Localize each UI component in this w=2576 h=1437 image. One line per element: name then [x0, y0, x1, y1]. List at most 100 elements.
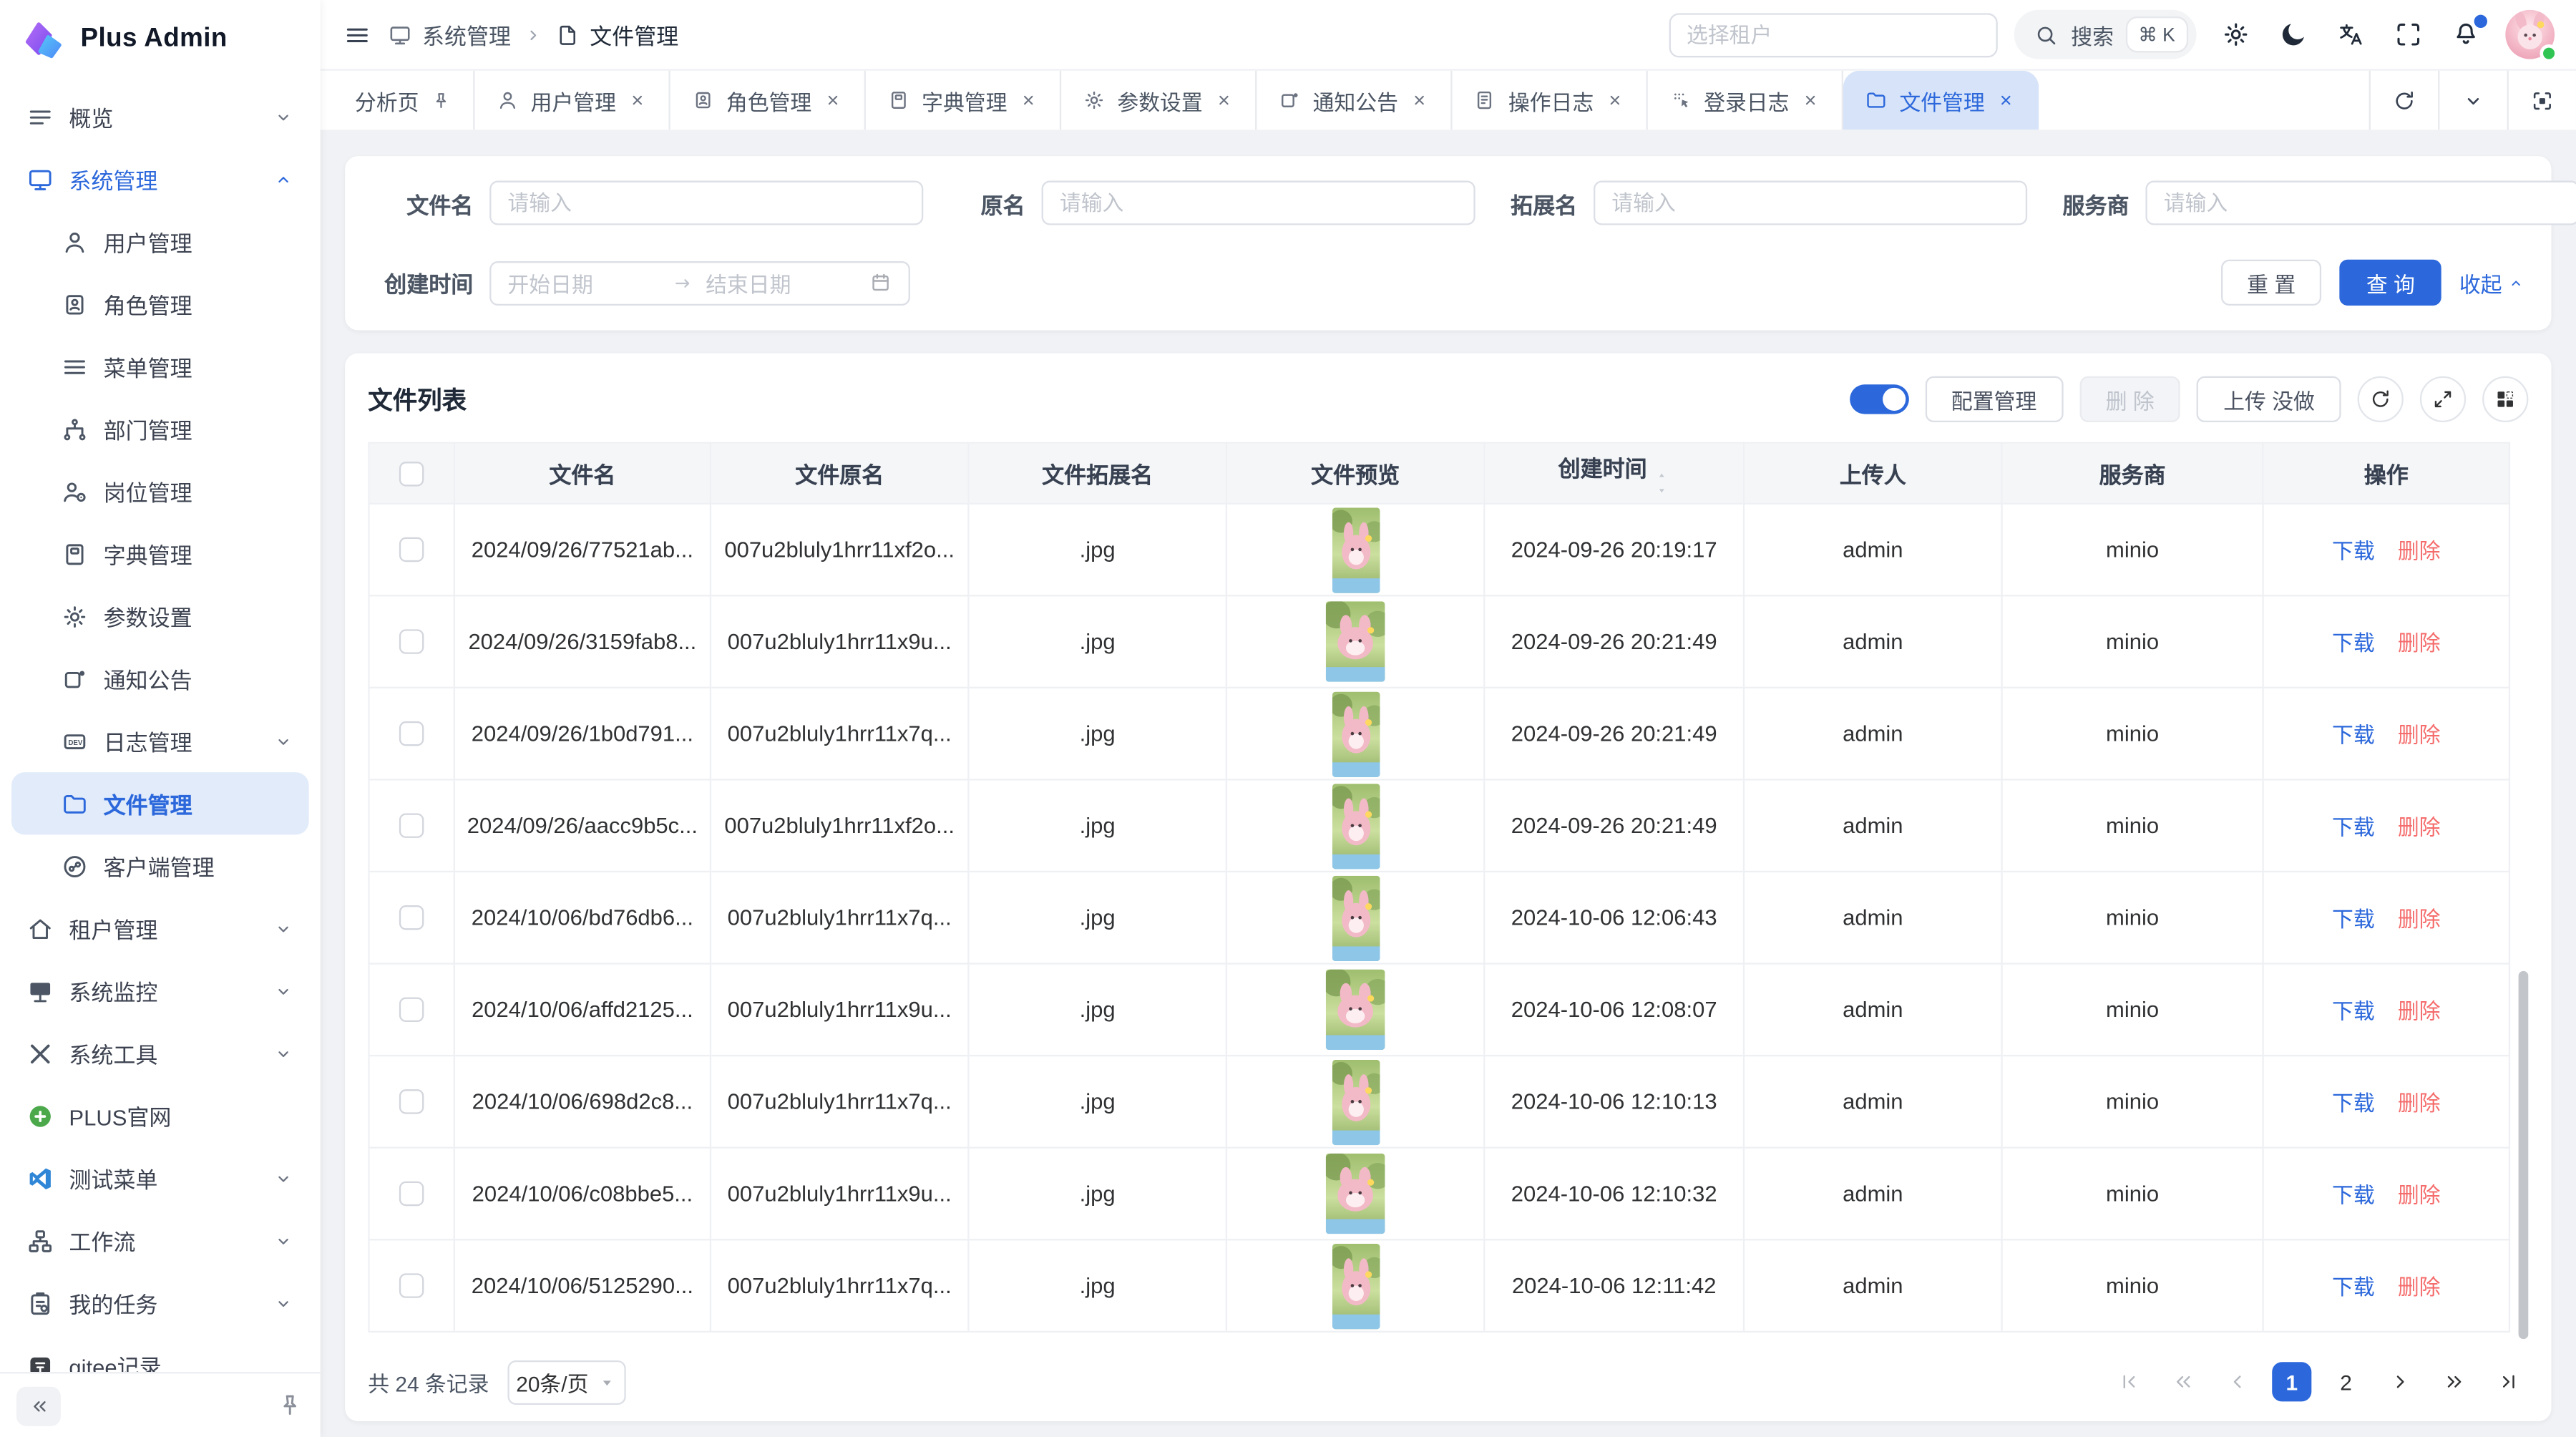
tab-role-management[interactable]: 角色管理 [670, 71, 866, 130]
tab-dict-management[interactable]: 字典管理 [866, 71, 1061, 130]
file-preview-thumbnail[interactable] [1332, 783, 1380, 868]
close-icon[interactable] [1605, 90, 1625, 110]
file-preview-thumbnail[interactable] [1332, 1243, 1380, 1328]
tab-notice[interactable]: 通知公告 [1257, 71, 1453, 130]
last-page-button[interactable] [2489, 1362, 2528, 1401]
file-preview-thumbnail[interactable] [1326, 1154, 1385, 1234]
breadcrumb-item[interactable]: 系统管理 [388, 18, 511, 51]
next-page-button[interactable] [2381, 1362, 2420, 1401]
query-button[interactable]: 查 询 [2340, 260, 2441, 306]
row-checkbox[interactable] [399, 998, 424, 1023]
page-number-2[interactable]: 2 [2326, 1362, 2366, 1401]
delete-link[interactable]: 删除 [2398, 1270, 2441, 1302]
jump-next-button[interactable] [2435, 1362, 2474, 1401]
sidebar-item-tenant-management[interactable]: 租户管理 [11, 897, 309, 960]
row-checkbox[interactable] [399, 630, 424, 654]
download-link[interactable]: 下载 [2332, 1178, 2375, 1209]
row-checkbox[interactable] [399, 722, 424, 746]
avatar[interactable] [2505, 10, 2555, 59]
select-all-checkbox[interactable] [399, 462, 424, 486]
jump-prev-button[interactable] [2164, 1362, 2203, 1401]
delete-link[interactable]: 删除 [2398, 718, 2441, 749]
sidebar-item-user-management[interactable]: 用户管理 [11, 210, 309, 273]
delete-link[interactable]: 删除 [2398, 534, 2441, 565]
table-scrollbar[interactable] [2519, 971, 2529, 1339]
tab-refresh-button[interactable] [2369, 71, 2438, 130]
tab-param-settings[interactable]: 参数设置 [1061, 71, 1257, 130]
tab-file-management[interactable]: 文件管理 [1843, 71, 2039, 130]
sort-control[interactable] [1652, 470, 1670, 497]
column-settings-button[interactable] [2482, 376, 2528, 422]
sidebar-item-client-management[interactable]: 客户端管理 [11, 834, 309, 897]
moon-icon[interactable] [2278, 20, 2308, 49]
download-link[interactable]: 下载 [2332, 994, 2375, 1026]
download-link[interactable]: 下载 [2332, 718, 2375, 749]
sidebar-item-plus-website[interactable]: PLUS官网 [11, 1084, 309, 1146]
sidebar-item-file-management[interactable]: 文件管理 [11, 772, 309, 834]
table-fullscreen-button[interactable] [2420, 376, 2466, 422]
row-checkbox[interactable] [399, 906, 424, 930]
sidebar-item-log-management[interactable]: DEV日志管理 [11, 710, 309, 772]
close-icon[interactable] [1410, 90, 1430, 110]
logo[interactable]: Plus Admin [0, 0, 321, 79]
filter-input-vendor[interactable] [2145, 181, 2576, 225]
page-size-select[interactable]: 20条/页 [507, 1360, 625, 1404]
menu-toggle-icon[interactable] [343, 21, 371, 49]
row-checkbox[interactable] [399, 538, 424, 562]
sidebar-item-post-management[interactable]: 岗位管理 [11, 460, 309, 522]
download-link[interactable]: 下载 [2332, 810, 2375, 842]
tenant-select-input[interactable] [1669, 12, 1997, 57]
close-icon[interactable] [823, 90, 843, 110]
sidebar-item-notice[interactable]: 通知公告 [11, 648, 309, 710]
download-link[interactable]: 下载 [2332, 534, 2375, 565]
sidebar-item-system-management[interactable]: 系统管理 [11, 148, 309, 210]
sidebar-item-dept-management[interactable]: 部门管理 [11, 398, 309, 460]
sidebar-pin-icon[interactable] [276, 1392, 304, 1420]
close-icon[interactable] [1214, 90, 1234, 110]
delete-link[interactable]: 删除 [2398, 626, 2441, 658]
file-preview-thumbnail[interactable] [1326, 601, 1385, 681]
config-management-button[interactable]: 配置管理 [1925, 376, 2063, 422]
sidebar-item-system-monitor[interactable]: 系统监控 [11, 960, 309, 1022]
sidebar-item-role-management[interactable]: 角色管理 [11, 273, 309, 335]
page-number-1[interactable]: 1 [2272, 1362, 2311, 1401]
close-icon[interactable] [1019, 90, 1039, 110]
file-preview-thumbnail[interactable] [1326, 970, 1385, 1050]
download-link[interactable]: 下载 [2332, 1270, 2375, 1302]
upload-button[interactable]: 上传 没做 [2197, 376, 2341, 422]
sidebar-item-my-tasks[interactable]: 我的任务 [11, 1272, 309, 1334]
search-toggle[interactable] [1850, 384, 1909, 414]
tab-user-management[interactable]: 用户管理 [475, 71, 670, 130]
download-link[interactable]: 下载 [2332, 1086, 2375, 1118]
reset-button[interactable]: 重 置 [2220, 260, 2321, 306]
translate-icon[interactable] [2336, 20, 2366, 49]
date-range-input[interactable]: 开始日期 结束日期 [489, 260, 910, 305]
filter-input-original-name[interactable] [1042, 181, 1475, 225]
sidebar-item-gitee-log[interactable]: gitee记录 [11, 1334, 309, 1372]
collapse-filters-link[interactable]: 收起 [2459, 267, 2525, 298]
delete-link[interactable]: 删除 [2398, 994, 2441, 1026]
tab-dropdown-button[interactable] [2438, 71, 2507, 130]
row-checkbox[interactable] [399, 1274, 424, 1298]
file-preview-thumbnail[interactable] [1332, 691, 1380, 776]
bell-icon[interactable] [2451, 20, 2480, 49]
fullscreen-icon[interactable] [2394, 20, 2423, 49]
sidebar-item-workflow[interactable]: 工作流 [11, 1209, 309, 1272]
delete-link[interactable]: 删除 [2398, 902, 2441, 933]
sidebar-item-menu-management[interactable]: 菜单管理 [11, 335, 309, 397]
filter-input-extension[interactable] [1594, 181, 2027, 225]
close-icon[interactable] [1996, 90, 2016, 110]
download-link[interactable]: 下载 [2332, 902, 2375, 933]
tab-op-log[interactable]: 操作日志 [1453, 71, 1648, 130]
tab-analysis[interactable]: 分析页 [333, 71, 474, 130]
prev-page-button[interactable] [2218, 1362, 2257, 1401]
breadcrumb-item[interactable]: 文件管理 [555, 18, 678, 51]
row-checkbox[interactable] [399, 1182, 424, 1207]
table-refresh-button[interactable] [2358, 376, 2404, 422]
tab-fullscreen-button[interactable] [2507, 71, 2576, 130]
file-preview-thumbnail[interactable] [1332, 1059, 1380, 1144]
delete-link[interactable]: 删除 [2398, 1178, 2441, 1209]
sort-asc-icon[interactable] [1652, 470, 1670, 483]
global-search[interactable]: 搜索 ⌘ K [2014, 10, 2197, 59]
tab-login-log[interactable]: 登录日志 [1648, 71, 1843, 130]
